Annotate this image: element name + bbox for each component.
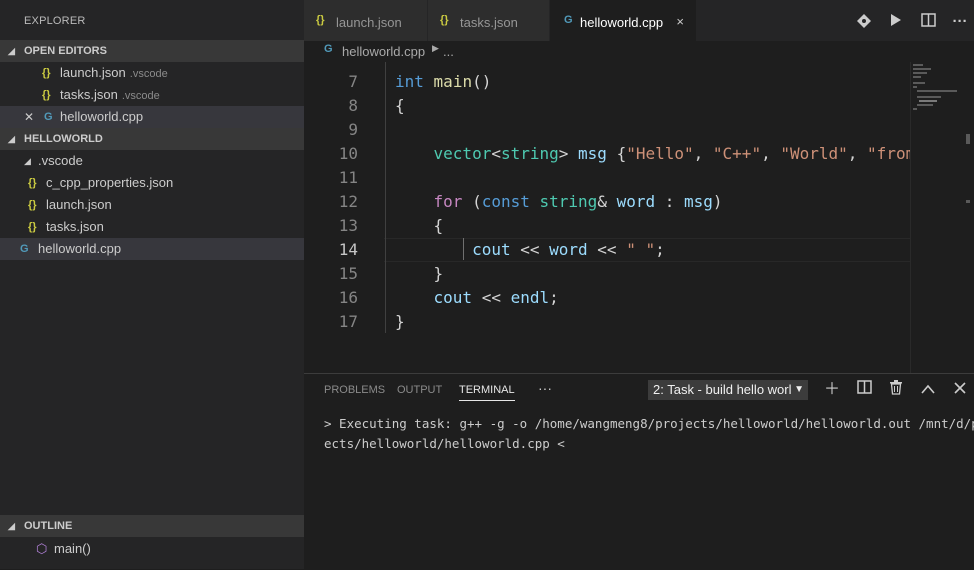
tab-label: launch.json [336,15,402,30]
code-line: cout << word << " "; [472,240,665,259]
maximize-panel-icon[interactable] [918,380,938,400]
tab-tasks-json[interactable]: {} tasks.json [428,0,549,46]
split-editor-icon[interactable] [918,13,938,33]
chevron-right-icon: ▶ [432,43,439,53]
code-line: } [395,312,405,331]
cpp-file-icon: G [564,14,573,26]
tab-problems[interactable]: PROBLEMS [324,384,385,396]
code-editor[interactable]: 7 8 9 10 11 12 13 14 15 16 17 int main()… [304,62,910,373]
folder-name: .vscode [38,153,83,168]
cube-icon: ⬡ [36,541,48,556]
breadcrumb: G helloworld.cpp ▶ ... [304,41,974,61]
line-number: 14 [338,240,358,259]
terminal-output[interactable]: > Executing task: g++ -g -o /home/wangme… [324,414,974,454]
file-name: tasks.json [46,219,104,234]
file-item-c-cpp-properties[interactable]: {} c_cpp_properties.json [0,172,304,194]
file-item-helloworld-cpp[interactable]: G helloworld.cpp [0,238,304,260]
line-number: 8 [348,96,358,115]
split-terminal-icon[interactable] [854,380,874,400]
file-name: helloworld.cpp [38,241,122,256]
breadcrumb-file[interactable]: helloworld.cpp [342,44,425,59]
new-terminal-icon[interactable]: ＋ [822,380,842,400]
outline-item-main[interactable]: ⬡ main() [0,538,304,560]
code-line: int main() [395,72,492,91]
outline-symbol-name: main() [54,541,91,556]
vertical-scrollbar[interactable] [962,62,974,373]
tab-terminal[interactable]: TERMINAL [459,384,515,401]
editor-tab-bar: {} launch.json {} tasks.json G helloworl… [304,0,974,46]
code-line: cout << endl; [433,288,559,307]
code-line: } [395,264,444,283]
chevron-down-icon: ◢ [8,134,15,144]
json-file-icon: {} [440,14,449,26]
open-editor-name: helloworld.cpp [60,109,144,124]
tab-label: tasks.json [460,15,518,30]
source-control-icon[interactable] [854,13,874,33]
line-number: 9 [348,120,358,139]
folder-item-vscode[interactable]: ◢ .vscode [0,150,304,172]
open-editor-name: launch.json [60,65,126,80]
chevron-down-icon: ▼ [794,384,804,395]
line-number: 15 [338,264,358,283]
line-number: 10 [338,144,358,163]
json-file-icon: {} [42,89,51,101]
tab-helloworld-cpp[interactable]: G helloworld.cpp × [550,0,696,46]
cpp-file-icon: G [324,43,333,55]
breadcrumb-symbol[interactable]: ... [443,44,454,59]
json-file-icon: {} [28,177,37,189]
workspace-header[interactable]: ◢ HELLOWORLD [0,128,304,150]
sidebar-title: EXPLORER [24,15,86,27]
close-icon[interactable]: × [676,14,684,29]
run-icon[interactable] [886,13,906,33]
open-editor-item-helloworld-cpp[interactable]: ✕ G helloworld.cpp [0,106,304,128]
code-line: { [395,96,405,115]
trash-icon[interactable] [886,380,906,400]
tab-launch-json[interactable]: {} launch.json [304,0,427,46]
more-views-icon[interactable]: ··· [538,380,552,396]
code-line: { [395,216,444,235]
terminal-line: ects/helloworld/helloworld.cpp < [324,436,565,451]
tab-output[interactable]: OUTPUT [397,384,442,396]
terminal-select-value: 2: Task - build hello world [653,382,791,397]
more-actions-icon[interactable]: ··· [950,13,970,33]
line-number: 13 [338,216,358,235]
line-number: 12 [338,192,358,211]
code-line: vector<string> msg {"Hello", "C++", "Wor… [433,144,910,163]
terminal-select-dropdown[interactable]: 2: Task - build hello world ▼ [648,380,808,400]
chevron-down-icon: ◢ [24,156,31,166]
close-icon[interactable]: ✕ [24,106,34,128]
json-file-icon: {} [28,199,37,211]
json-file-icon: {} [42,67,51,79]
line-number: 17 [338,312,358,331]
outline-header[interactable]: ◢ OUTLINE [0,515,304,537]
chevron-down-icon: ◢ [8,46,15,56]
minimap[interactable] [910,62,961,373]
file-name: c_cpp_properties.json [46,175,174,190]
file-item-launch-json[interactable]: {} launch.json [0,194,304,216]
open-editor-item-launch-json[interactable]: {} launch.json .vscode [0,62,304,84]
indent-guide [385,62,386,333]
json-file-icon: {} [28,221,37,233]
open-editor-name: tasks.json [60,87,118,102]
tab-label: helloworld.cpp [580,15,664,30]
json-file-icon: {} [316,14,325,26]
open-editor-item-tasks-json[interactable]: {} tasks.json .vscode [0,84,304,106]
code-line: for (const string& word : msg) [433,192,723,211]
explorer-sidebar: EXPLORER ◢ OPEN EDITORS {} launch.json .v… [0,0,304,569]
chevron-down-icon: ◢ [8,521,15,531]
line-number: 16 [338,288,358,307]
file-item-tasks-json[interactable]: {} tasks.json [0,216,304,238]
cpp-file-icon: G [20,243,29,255]
terminal-line: > Executing task: g++ -g -o /home/wangme… [324,416,974,431]
line-number: 7 [348,72,358,91]
cpp-file-icon: G [44,111,53,123]
line-number: 11 [338,168,358,187]
bottom-panel: PROBLEMS OUTPUT TERMINAL ··· 2: Task - b… [304,373,974,570]
open-editor-folder: .vscode [121,90,160,102]
open-editors-header[interactable]: ◢ OPEN EDITORS [0,40,304,62]
open-editor-folder: .vscode [129,68,168,80]
file-name: launch.json [46,197,112,212]
close-panel-icon[interactable] [950,380,970,400]
